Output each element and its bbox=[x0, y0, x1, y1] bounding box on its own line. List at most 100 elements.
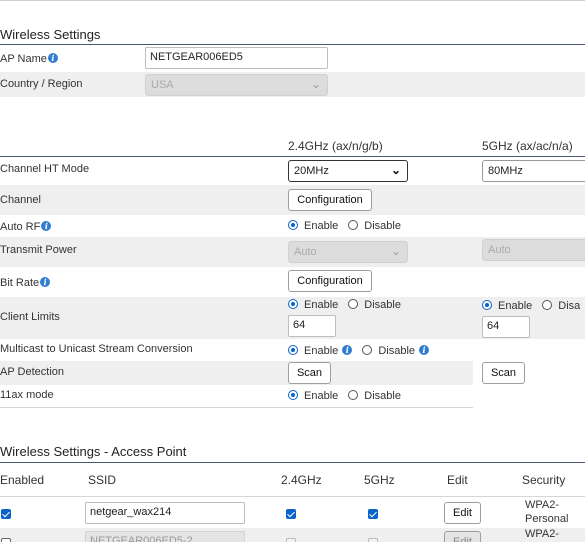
ssid-input[interactable]: netgear_wax214 bbox=[85, 502, 245, 524]
auto-rf-radio-group: Enable Disable bbox=[288, 220, 401, 232]
channel-ht-24-value: 20MHz bbox=[294, 165, 329, 177]
info-icon[interactable]: i bbox=[40, 277, 51, 287]
channel-ht-5-value: 80MHz bbox=[488, 165, 523, 177]
table-row: netgear_wax214 Edit WPA2- Personal bbox=[0, 497, 585, 528]
disable-label: Disable bbox=[364, 299, 401, 311]
client-limits-label: Client Limits bbox=[0, 311, 60, 323]
enable-label: Enable bbox=[498, 300, 533, 312]
ax-mode-row: 11ax mode Enable Disable bbox=[0, 385, 473, 407]
country-select[interactable]: USA ⌄ bbox=[145, 74, 328, 96]
edit-button[interactable]: Edit bbox=[444, 531, 481, 542]
client-limits-5-disable-radio[interactable] bbox=[542, 300, 553, 310]
enable-label: Enable bbox=[304, 390, 339, 402]
channel-ht-5-select[interactable]: 80MHz bbox=[482, 160, 585, 182]
transmit-power-row: Transmit Power Auto ⌄ Auto bbox=[0, 237, 585, 267]
ax-mode-label: 11ax mode bbox=[0, 389, 54, 401]
table-row: NETGEAR006ED5-2 Edit WPA2- bbox=[0, 528, 585, 542]
info-icon[interactable]: i bbox=[41, 221, 52, 231]
multicast-enable-radio[interactable] bbox=[288, 345, 298, 355]
row-enabled-checkbox[interactable] bbox=[1, 509, 11, 519]
top-divider bbox=[0, 0, 585, 1]
edit-button[interactable]: Edit bbox=[444, 502, 481, 524]
client-limits-24-enable-radio[interactable] bbox=[288, 299, 298, 309]
security-line1: WPA2- bbox=[525, 528, 560, 540]
row-enabled-checkbox[interactable] bbox=[1, 538, 11, 542]
row-divider bbox=[0, 407, 473, 408]
transmit-power-24-value: Auto bbox=[294, 246, 317, 258]
disable-label: Disable bbox=[378, 345, 416, 357]
info-icon[interactable]: i bbox=[47, 53, 58, 63]
ap-detection-row: AP Detection Scan bbox=[0, 361, 473, 385]
auto-rf-label: Auto RF i bbox=[0, 221, 52, 233]
chevron-down-icon: ⌄ bbox=[310, 77, 321, 91]
ap-name-row: AP Name i NETGEAR006ED5 bbox=[0, 45, 585, 72]
disable-label: Disable bbox=[364, 220, 401, 232]
col-security: Security bbox=[522, 473, 566, 487]
col-5ghz: 5GHz bbox=[364, 473, 395, 487]
channel-row: Channel Configuration bbox=[0, 185, 585, 215]
channel-ht-label: Channel HT Mode bbox=[0, 163, 90, 175]
col-enabled: Enabled bbox=[0, 473, 45, 487]
multicast-label: Multicast to Unicast Stream Conversion bbox=[0, 343, 193, 355]
access-point-table-header: Enabled SSID 2.4GHz 5GHz Edit Security bbox=[0, 463, 585, 496]
band-24-header: 2.4GHz (ax/n/g/b) bbox=[288, 139, 383, 153]
multicast-radio-group: Enable i Disable i bbox=[288, 345, 430, 357]
info-icon[interactable]: i bbox=[342, 345, 353, 355]
enable-label: Enable bbox=[304, 345, 339, 357]
auto-rf-disable-radio[interactable] bbox=[348, 220, 359, 230]
enable-label: Enable bbox=[304, 220, 339, 232]
ssid-input[interactable]: NETGEAR006ED5-2 bbox=[85, 531, 245, 542]
chevron-down-icon: ⌄ bbox=[390, 244, 401, 258]
security-line1: WPA2- bbox=[525, 499, 560, 511]
ax-mode-disable-radio[interactable] bbox=[348, 390, 359, 400]
ap-name-label: AP Name i bbox=[0, 53, 58, 65]
client-limits-5-enable-radio[interactable] bbox=[482, 300, 492, 310]
auto-rf-enable-radio[interactable] bbox=[288, 220, 298, 230]
client-limits-24-disable-radio[interactable] bbox=[348, 299, 359, 309]
enable-label: Enable bbox=[304, 299, 339, 311]
client-limit-24-input[interactable]: 64 bbox=[288, 315, 336, 337]
ap-detection-label: AP Detection bbox=[0, 366, 65, 378]
country-value: USA bbox=[151, 79, 174, 91]
auto-rf-row: Auto RF i Enable Disable bbox=[0, 215, 585, 237]
multicast-disable-radio[interactable] bbox=[362, 345, 373, 355]
multicast-row: Multicast to Unicast Stream Conversion E… bbox=[0, 339, 585, 361]
scan-24-button[interactable]: Scan bbox=[288, 362, 331, 384]
col-edit: Edit bbox=[447, 473, 468, 487]
ax-mode-enable-radio[interactable] bbox=[288, 390, 298, 400]
disable-label: Disable bbox=[364, 390, 401, 402]
transmit-power-5-value: Auto bbox=[488, 244, 511, 256]
client-limits-row: Client Limits Enable Disable 64 Enable Dis… bbox=[0, 297, 585, 339]
channel-ht-row: Channel HT Mode 20MHz ⌄ 80MHz bbox=[0, 157, 585, 185]
bit-rate-configuration-button[interactable]: Configuration bbox=[288, 270, 372, 292]
chevron-down-icon: ⌄ bbox=[390, 163, 401, 177]
scan-5-button[interactable]: Scan bbox=[482, 362, 525, 384]
bit-rate-row: Bit Rate i Configuration bbox=[0, 267, 585, 297]
ax-mode-radio-group: Enable Disable bbox=[288, 390, 401, 402]
security-line2: Personal bbox=[525, 513, 569, 525]
transmit-power-label: Transmit Power bbox=[0, 244, 77, 256]
row-5ghz-checkbox[interactable] bbox=[368, 538, 378, 542]
ap-name-input[interactable]: NETGEAR006ED5 bbox=[145, 47, 328, 69]
bit-rate-label: Bit Rate i bbox=[0, 277, 51, 289]
disable-label: Disa bbox=[558, 300, 581, 312]
country-label: Country / Region bbox=[0, 78, 83, 90]
channel-label: Channel bbox=[0, 194, 41, 206]
channel-configuration-button[interactable]: Configuration bbox=[288, 189, 372, 211]
band-5-header: 5GHz (ax/ac/n/a) bbox=[482, 139, 573, 153]
country-row: Country / Region USA ⌄ bbox=[0, 72, 585, 97]
col-24ghz: 2.4GHz bbox=[281, 473, 322, 487]
col-ssid: SSID bbox=[88, 473, 117, 487]
wireless-settings-title: Wireless Settings bbox=[0, 27, 101, 42]
client-limits-5-radio-group: Enable Disa bbox=[482, 300, 580, 312]
client-limit-5-input[interactable]: 64 bbox=[482, 316, 530, 338]
access-point-title: Wireless Settings - Access Point bbox=[0, 444, 187, 459]
row-24ghz-checkbox[interactable] bbox=[286, 509, 296, 519]
info-icon[interactable]: i bbox=[419, 345, 430, 355]
row-5ghz-checkbox[interactable] bbox=[368, 509, 378, 519]
transmit-power-5-select[interactable]: Auto bbox=[482, 239, 585, 261]
row-24ghz-checkbox[interactable] bbox=[286, 538, 296, 542]
transmit-power-24-select[interactable]: Auto ⌄ bbox=[288, 241, 408, 263]
client-limits-24-radio-group: Enable Disable bbox=[288, 299, 401, 311]
channel-ht-24-select[interactable]: 20MHz ⌄ bbox=[288, 160, 408, 182]
